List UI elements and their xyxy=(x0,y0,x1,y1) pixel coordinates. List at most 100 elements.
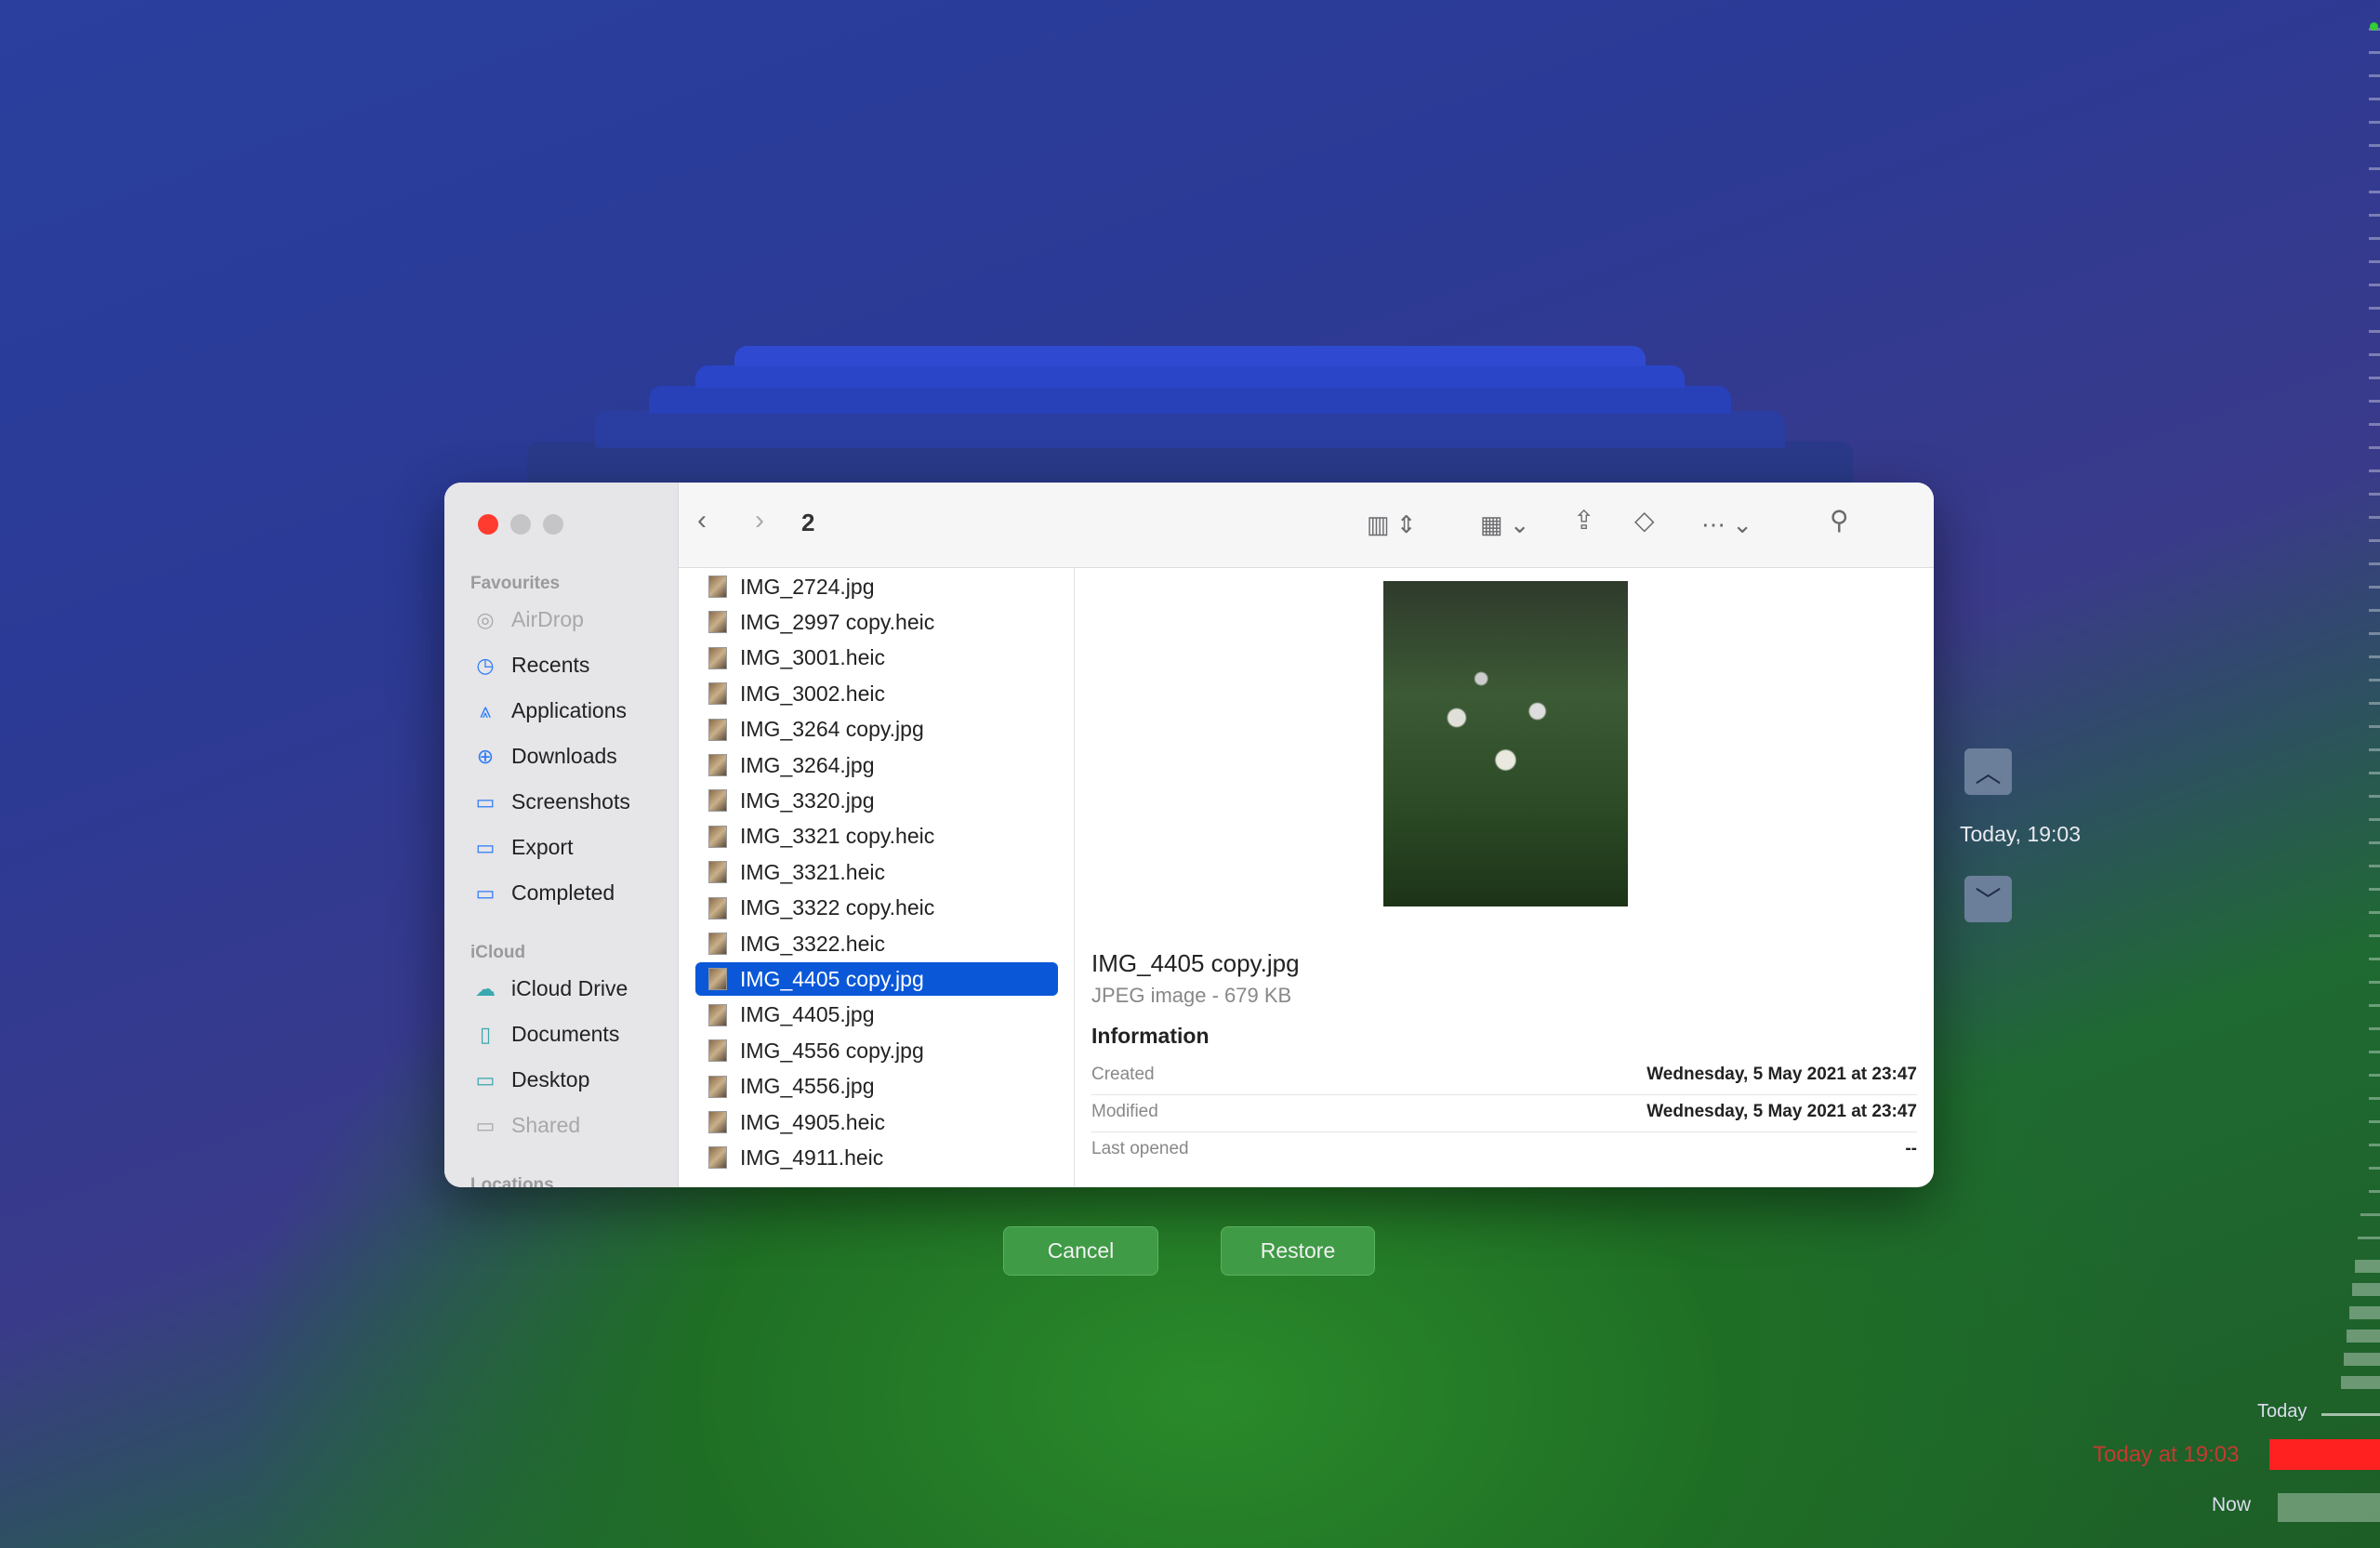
timeline-tick[interactable] xyxy=(2369,609,2380,612)
file-row[interactable]: IMG_3001.heic xyxy=(695,642,1058,675)
file-row[interactable]: IMG_3264 copy.jpg xyxy=(695,713,1058,747)
minimize-button[interactable] xyxy=(510,514,531,535)
timeline-tick[interactable] xyxy=(2369,98,2380,100)
timeline-tick[interactable] xyxy=(2369,470,2380,472)
file-row[interactable]: IMG_3321 copy.heic xyxy=(695,820,1058,853)
timeline-tick[interactable] xyxy=(2369,911,2380,914)
timeline-tick[interactable] xyxy=(2369,934,2380,937)
sidebar-item-desktop[interactable]: ▭ Desktop xyxy=(472,1067,590,1092)
file-row[interactable]: IMG_3322.heic xyxy=(695,927,1058,960)
timeline-tick[interactable] xyxy=(2369,632,2380,635)
timeline-tick[interactable] xyxy=(2369,725,2380,728)
timeline-tick[interactable] xyxy=(2369,1027,2380,1030)
file-row[interactable]: IMG_4405 copy.jpg xyxy=(695,962,1058,997)
timeline-tick[interactable] xyxy=(2369,1074,2380,1077)
timeline-tick[interactable] xyxy=(2369,330,2380,333)
timeline-tick[interactable] xyxy=(2369,307,2380,310)
back-button[interactable]: ‹ xyxy=(697,505,707,536)
sidebar-item-documents[interactable]: ▯ Documents xyxy=(472,1022,619,1047)
timeline-tick[interactable] xyxy=(2369,539,2380,542)
timeline-tick[interactable] xyxy=(2369,353,2380,356)
timeline-tick[interactable] xyxy=(2369,1144,2380,1146)
more-actions-icon[interactable]: ⋯ ⌄ xyxy=(1701,510,1752,539)
timeline-tick[interactable] xyxy=(2369,446,2380,449)
timeline-tick[interactable] xyxy=(2369,841,2380,844)
timeline-tick[interactable] xyxy=(2369,51,2380,54)
zoom-button[interactable] xyxy=(543,514,563,535)
file-row[interactable]: IMG_3320.jpg xyxy=(695,784,1058,817)
previous-snapshot-button[interactable]: ︿ xyxy=(1964,748,2012,795)
timeline-tick[interactable] xyxy=(2369,702,2380,705)
tag-icon[interactable]: ◇ xyxy=(1634,505,1655,536)
file-row[interactable]: IMG_4911.heic xyxy=(695,1141,1058,1174)
share-icon[interactable]: ⇪ xyxy=(1573,505,1594,536)
timeline-tick[interactable] xyxy=(2369,1190,2380,1193)
close-button[interactable] xyxy=(478,514,498,535)
timeline-tick[interactable] xyxy=(2358,1237,2380,1239)
timeline-tick[interactable] xyxy=(2369,423,2380,426)
sidebar-item-icloud-drive[interactable]: ☁ iCloud Drive xyxy=(472,976,628,1001)
sidebar-item-completed[interactable]: ▭ Completed xyxy=(472,880,615,906)
sidebar-item-screenshots[interactable]: ▭ Screenshots xyxy=(472,789,630,814)
timeline-now-marker[interactable] xyxy=(2278,1493,2380,1522)
timeline-tick[interactable] xyxy=(2369,237,2380,240)
file-row[interactable]: IMG_4556 copy.jpg xyxy=(695,1034,1058,1067)
search-icon[interactable]: ⚲ xyxy=(1830,505,1849,536)
timeline-tick[interactable] xyxy=(2352,1283,2380,1296)
file-row[interactable]: IMG_3321.heic xyxy=(695,855,1058,889)
timeline-tick[interactable] xyxy=(2369,981,2380,984)
forward-button[interactable]: › xyxy=(755,505,764,536)
timeline-tick-today[interactable] xyxy=(2321,1413,2380,1416)
timeline-tick[interactable] xyxy=(2369,772,2380,774)
file-row[interactable]: IMG_4556.jpg xyxy=(695,1070,1058,1104)
group-by-icon[interactable]: ▦ ⌄ xyxy=(1480,510,1530,539)
timeline-tick[interactable] xyxy=(2360,1213,2380,1216)
timeline-tick[interactable] xyxy=(2369,562,2380,565)
column-view-icon[interactable]: ▥ ⇕ xyxy=(1367,510,1417,539)
timeline-tick[interactable] xyxy=(2369,1167,2380,1170)
timeline-tick[interactable] xyxy=(2369,1051,2380,1053)
file-row[interactable]: IMG_2997 copy.heic xyxy=(695,605,1058,639)
timeline-tick[interactable] xyxy=(2340,1376,2380,1389)
file-row[interactable]: IMG_3002.heic xyxy=(695,677,1058,710)
timeline-tick[interactable] xyxy=(2369,167,2380,170)
timeline-tick[interactable] xyxy=(2369,74,2380,77)
timeline-tick[interactable] xyxy=(2369,191,2380,193)
timeline-tick[interactable] xyxy=(2369,284,2380,286)
file-row[interactable]: IMG_2724.jpg xyxy=(695,570,1058,603)
timeline-tick[interactable] xyxy=(2369,214,2380,217)
file-row[interactable]: IMG_4405.jpg xyxy=(695,999,1058,1032)
timeline-tick[interactable] xyxy=(2369,818,2380,821)
sidebar-item-shared[interactable]: ▭ Shared xyxy=(472,1113,581,1138)
next-snapshot-button[interactable]: ﹀ xyxy=(1964,876,2012,922)
timeline-tick[interactable] xyxy=(2369,1120,2380,1123)
timeline-tick[interactable] xyxy=(2346,1330,2380,1343)
timeline-tick[interactable] xyxy=(2369,888,2380,891)
timeline-tick[interactable] xyxy=(2343,1353,2380,1366)
timeline-tick[interactable] xyxy=(2369,748,2380,751)
timeline-tick[interactable] xyxy=(2369,144,2380,147)
timeline-tick[interactable] xyxy=(2369,655,2380,658)
timeline-tick[interactable] xyxy=(2369,400,2380,403)
restore-button[interactable]: Restore xyxy=(1221,1226,1375,1276)
file-row[interactable]: IMG_4905.heic xyxy=(695,1105,1058,1139)
sidebar-item-downloads[interactable]: ⊕ Downloads xyxy=(472,744,617,769)
timeline-tick[interactable] xyxy=(2369,679,2380,681)
timeline-tick[interactable] xyxy=(2355,1260,2380,1273)
cancel-button[interactable]: Cancel xyxy=(1003,1226,1158,1276)
timeline-selected-marker[interactable] xyxy=(2269,1439,2380,1470)
timeline-tick[interactable] xyxy=(2369,493,2380,496)
timeline-tick[interactable] xyxy=(2348,1306,2380,1319)
timeline-tick[interactable] xyxy=(2369,586,2380,589)
timeline-tick[interactable] xyxy=(2369,795,2380,798)
sidebar-item-recents[interactable]: ◷ Recents xyxy=(472,653,589,678)
timeline-tick[interactable] xyxy=(2369,865,2380,867)
timeline-tick[interactable] xyxy=(2369,958,2380,960)
sidebar-item-export[interactable]: ▭ Export xyxy=(472,835,574,860)
sidebar-item-applications[interactable]: ⩓ Applications xyxy=(472,698,627,723)
timeline-tick[interactable] xyxy=(2369,260,2380,263)
timeline-tick[interactable] xyxy=(2369,377,2380,379)
sidebar-item-airdrop[interactable]: ◎ AirDrop xyxy=(472,607,584,632)
file-row[interactable]: IMG_3264.jpg xyxy=(695,748,1058,782)
timeline-tick[interactable] xyxy=(2369,121,2380,124)
